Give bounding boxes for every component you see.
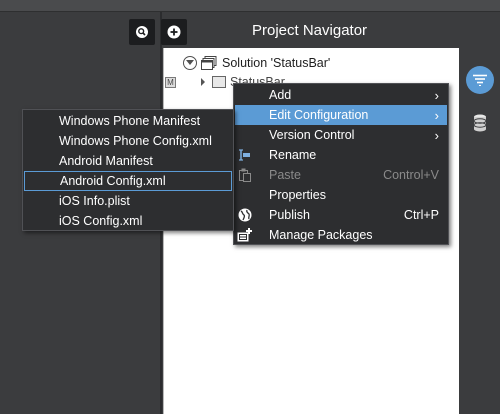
- menu-item-publish[interactable]: Publish Ctrl+P: [235, 205, 447, 225]
- menu-item-label: Edit Configuration: [269, 108, 369, 122]
- expand-icon[interactable]: [201, 78, 205, 86]
- submenu-item-label: Windows Phone Config.xml: [59, 134, 212, 148]
- menu-item-label: Add: [269, 88, 292, 102]
- list-icon: [473, 74, 487, 86]
- search-button[interactable]: [129, 19, 155, 45]
- submenu-item-windows-phone-manifest[interactable]: Windows Phone Manifest: [24, 111, 232, 131]
- add-icon: [167, 25, 181, 39]
- chevron-right-icon: ›: [434, 128, 439, 143]
- menu-item-edit-configuration[interactable]: Edit Configuration ›: [235, 105, 447, 125]
- submenu-item-label: iOS Info.plist: [59, 194, 130, 208]
- menu-item-version-control[interactable]: Version Control ›: [235, 125, 447, 145]
- solution-icon: [201, 56, 217, 70]
- project-badge: M: [165, 76, 176, 88]
- menu-item-label: Version Control: [269, 128, 355, 142]
- submenu-item-label: Android Manifest: [59, 154, 153, 168]
- edit-configuration-submenu: Windows Phone Manifest Windows Phone Con…: [22, 109, 234, 231]
- menu-item-manage-packages[interactable]: Manage Packages: [235, 225, 447, 245]
- submenu-item-ios-config[interactable]: iOS Config.xml: [24, 211, 232, 231]
- panel-title: Project Navigator: [252, 22, 368, 39]
- menu-item-properties[interactable]: Properties: [235, 185, 447, 205]
- chevron-right-icon: ›: [434, 108, 439, 123]
- menu-item-add[interactable]: Add ›: [235, 85, 447, 105]
- menu-item-paste[interactable]: Paste Control+V: [235, 165, 447, 185]
- chevron-right-icon: ›: [434, 88, 439, 103]
- menu-item-shortcut: Control+V: [383, 168, 439, 182]
- project-icon: [212, 76, 226, 88]
- right-toolstrip: [460, 48, 500, 414]
- menu-item-rename[interactable]: Rename: [235, 145, 447, 165]
- menu-item-label: Rename: [269, 148, 317, 162]
- rename-icon: [237, 147, 253, 163]
- solution-label: Solution 'StatusBar': [222, 56, 331, 70]
- menu-item-label: Manage Packages: [269, 228, 373, 242]
- collapse-icon[interactable]: [183, 56, 197, 70]
- menu-item-label: Properties: [269, 188, 326, 202]
- add-button[interactable]: [161, 19, 187, 45]
- top-bar: [0, 0, 500, 12]
- menu-item-label: Paste: [269, 168, 301, 182]
- submenu-item-windows-phone-config[interactable]: Windows Phone Config.xml: [24, 131, 232, 151]
- submenu-item-android-config[interactable]: Android Config.xml: [24, 171, 232, 191]
- project-navigator-tab[interactable]: [466, 66, 494, 94]
- submenu-item-label: iOS Config.xml: [59, 214, 143, 228]
- paste-icon: [237, 167, 253, 183]
- submenu-item-android-manifest[interactable]: Android Manifest: [24, 151, 232, 171]
- tree-item-solution[interactable]: Solution 'StatusBar': [183, 54, 330, 72]
- database-icon[interactable]: [472, 114, 488, 132]
- submenu-item-label: Windows Phone Manifest: [59, 114, 201, 128]
- context-menu: Add › Edit Configuration › Version Contr…: [233, 83, 449, 245]
- menu-item-shortcut: Ctrl+P: [403, 208, 439, 222]
- submenu-item-label: Android Config.xml: [60, 174, 166, 188]
- search-icon: [136, 26, 148, 38]
- globe-icon: [237, 207, 253, 223]
- packages-icon: [237, 227, 253, 243]
- submenu-item-ios-info-plist[interactable]: iOS Info.plist: [24, 191, 232, 211]
- menu-item-label: Publish: [269, 208, 310, 222]
